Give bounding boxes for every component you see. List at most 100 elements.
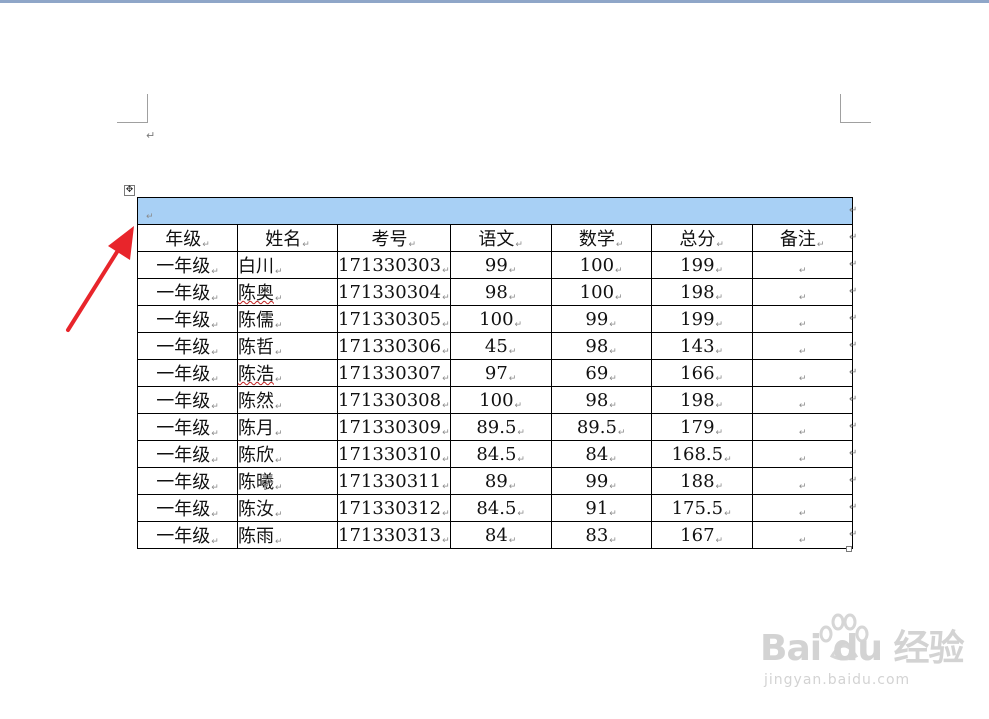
table-cell[interactable]: 陈儒↵ — [237, 305, 338, 333]
table-cell[interactable]: 一年级↵ — [137, 278, 238, 306]
table-cell[interactable]: 143↵ — [650, 332, 753, 360]
table-cell[interactable]: 100↵ — [449, 305, 552, 333]
table-cell[interactable]: 一年级↵ — [137, 467, 238, 495]
table-cell[interactable]: 陈雨↵ — [237, 521, 338, 549]
table-cell[interactable]: 199↵ — [650, 305, 753, 333]
table-cell[interactable]: 一年级↵ — [137, 359, 238, 387]
row-end-mark: ↵ — [849, 313, 858, 324]
table-cell[interactable]: 198↵ — [650, 278, 753, 306]
table-cell[interactable]: ↵ — [751, 332, 853, 360]
window-top-border — [0, 0, 989, 3]
table-cell[interactable]: 171330310↵ — [337, 440, 451, 468]
table-cell[interactable]: 89.5↵ — [449, 413, 552, 441]
table-cell[interactable]: 179↵ — [650, 413, 753, 441]
table-cell[interactable]: 白川↵ — [237, 251, 338, 279]
table-cell[interactable]: 陈奥↵ — [237, 278, 338, 306]
table-cell[interactable]: ↵ — [751, 359, 853, 387]
table-row: 一年级↵ 陈曦↵ 171330311↵ 89↵ 99↵ 188↵ ↵ — [137, 467, 853, 495]
table-cell[interactable]: ↵ — [751, 386, 853, 414]
table-cell[interactable]: 83↵ — [550, 521, 652, 549]
table-cell[interactable]: 陈然↵ — [237, 386, 338, 414]
header-cell[interactable]: 备注↵ — [751, 224, 853, 252]
header-cell[interactable]: 年级↵ — [137, 224, 238, 252]
table-cell[interactable]: 100↵ — [550, 278, 652, 306]
table-cell[interactable]: 一年级↵ — [137, 440, 238, 468]
table-cell[interactable]: 陈欣↵ — [237, 440, 338, 468]
table-cell[interactable]: 198↵ — [650, 386, 753, 414]
table-cell[interactable]: 175.5↵ — [650, 494, 753, 522]
table-cell[interactable]: 84.5↵ — [449, 440, 552, 468]
table-cell[interactable]: 89↵ — [449, 467, 552, 495]
table-cell[interactable]: 167↵ — [650, 521, 753, 549]
table-cell[interactable]: 一年级↵ — [137, 305, 238, 333]
table-cell[interactable]: ↵ — [751, 251, 853, 279]
table-cell[interactable]: 45↵ — [449, 332, 552, 360]
header-cell[interactable]: 总分↵ — [650, 224, 753, 252]
header-cell[interactable]: 语文↵ — [449, 224, 552, 252]
table-cell[interactable]: ↵ — [751, 467, 853, 495]
table-cell[interactable]: 陈浩↵ — [237, 359, 338, 387]
table-row: 一年级↵ 陈然↵ 171330308↵ 100↵ 98↵ 198↵ ↵ — [137, 386, 853, 414]
table-cell[interactable]: 171330308↵ — [337, 386, 451, 414]
table-cell[interactable]: 171330304↵ — [337, 278, 451, 306]
table-cell[interactable]: ↵ — [751, 305, 853, 333]
table-cell[interactable]: 一年级↵ — [137, 494, 238, 522]
table-cell[interactable]: 陈月↵ — [237, 413, 338, 441]
table-cell[interactable]: 171330303↵ — [337, 251, 451, 279]
table-cell[interactable]: 陈曦↵ — [237, 467, 338, 495]
table-cell[interactable]: 168.5↵ — [650, 440, 753, 468]
table-cell[interactable]: 84↵ — [449, 521, 552, 549]
table-cell[interactable]: 171330309↵ — [337, 413, 451, 441]
table-cell[interactable]: 99↵ — [550, 305, 652, 333]
table-cell[interactable]: 69↵ — [550, 359, 652, 387]
table-cell[interactable]: 171330311↵ — [337, 467, 451, 495]
table-cell[interactable]: 188↵ — [650, 467, 753, 495]
page-corner-top-left — [117, 94, 148, 123]
table-cell[interactable]: 99↵ — [449, 251, 552, 279]
table-row: 一年级↵ 陈月↵ 171330309↵ 89.5↵ 89.5↵ 179↵ ↵ — [137, 413, 853, 441]
table-cell[interactable]: ↵ — [751, 494, 853, 522]
table-cell[interactable]: 陈哲↵ — [237, 332, 338, 360]
table-cell[interactable]: 陈汝↵ — [237, 494, 338, 522]
table-cell[interactable]: 91↵ — [550, 494, 652, 522]
score-table[interactable]: ↵ 年级↵ 姓名↵ 考号↵ 语文↵ 数学↵ 总分↵ 备注↵ 一年级↵ 白川↵ 171… — [137, 197, 853, 549]
table-cell[interactable]: 89.5↵ — [550, 413, 652, 441]
table-cell[interactable]: 84.5↵ — [449, 494, 552, 522]
table-cell[interactable]: 171330306↵ — [337, 332, 451, 360]
table-cell[interactable]: 一年级↵ — [137, 386, 238, 414]
table-cell[interactable]: 一年级↵ — [137, 413, 238, 441]
table-cell[interactable]: 84↵ — [550, 440, 652, 468]
table-cell[interactable]: 98↵ — [449, 278, 552, 306]
table-cell[interactable]: 171330312↵ — [337, 494, 451, 522]
row-end-mark: ↵ — [849, 340, 858, 351]
table-cell[interactable]: 100↵ — [449, 386, 552, 414]
table-cell[interactable]: 199↵ — [650, 251, 753, 279]
table-row: 一年级↵ 陈哲↵ 171330306↵ 45↵ 98↵ 143↵ ↵ — [137, 332, 853, 360]
watermark-url: jingyan.baidu.com — [764, 672, 911, 688]
table-cell[interactable]: 166↵ — [650, 359, 753, 387]
table-cell[interactable]: 一年级↵ — [137, 521, 238, 549]
table-cell[interactable]: ↵ — [751, 521, 853, 549]
table-cell[interactable]: ↵ — [751, 278, 853, 306]
header-cell[interactable]: 考号↵ — [337, 224, 451, 252]
table-cell[interactable]: 98↵ — [550, 332, 652, 360]
merged-cell-selected[interactable]: ↵ — [137, 197, 853, 225]
table-cell[interactable]: 171330307↵ — [337, 359, 451, 387]
table-cell[interactable]: 100↵ — [550, 251, 652, 279]
merged-title-row[interactable]: ↵ — [137, 197, 853, 225]
table-cell[interactable]: 171330305↵ — [337, 305, 451, 333]
table-cell[interactable]: ↵ — [751, 440, 853, 468]
table-cell[interactable]: 97↵ — [449, 359, 552, 387]
table-cell[interactable]: 98↵ — [550, 386, 652, 414]
row-end-mark: ↵ — [849, 259, 858, 270]
table-cell[interactable]: 一年级↵ — [137, 251, 238, 279]
move-cross-icon[interactable]: ✥ — [124, 185, 135, 196]
table-cell[interactable]: 99↵ — [550, 467, 652, 495]
table-cell[interactable]: 一年级↵ — [137, 332, 238, 360]
header-cell[interactable]: 数学↵ — [550, 224, 652, 252]
header-cell[interactable]: 姓名↵ — [237, 224, 338, 252]
table-cell[interactable]: 171330313↵ — [337, 521, 451, 549]
table-cell[interactable]: ↵ — [751, 413, 853, 441]
row-end-mark: ↵ — [849, 205, 858, 216]
resize-square-icon[interactable] — [846, 546, 852, 552]
